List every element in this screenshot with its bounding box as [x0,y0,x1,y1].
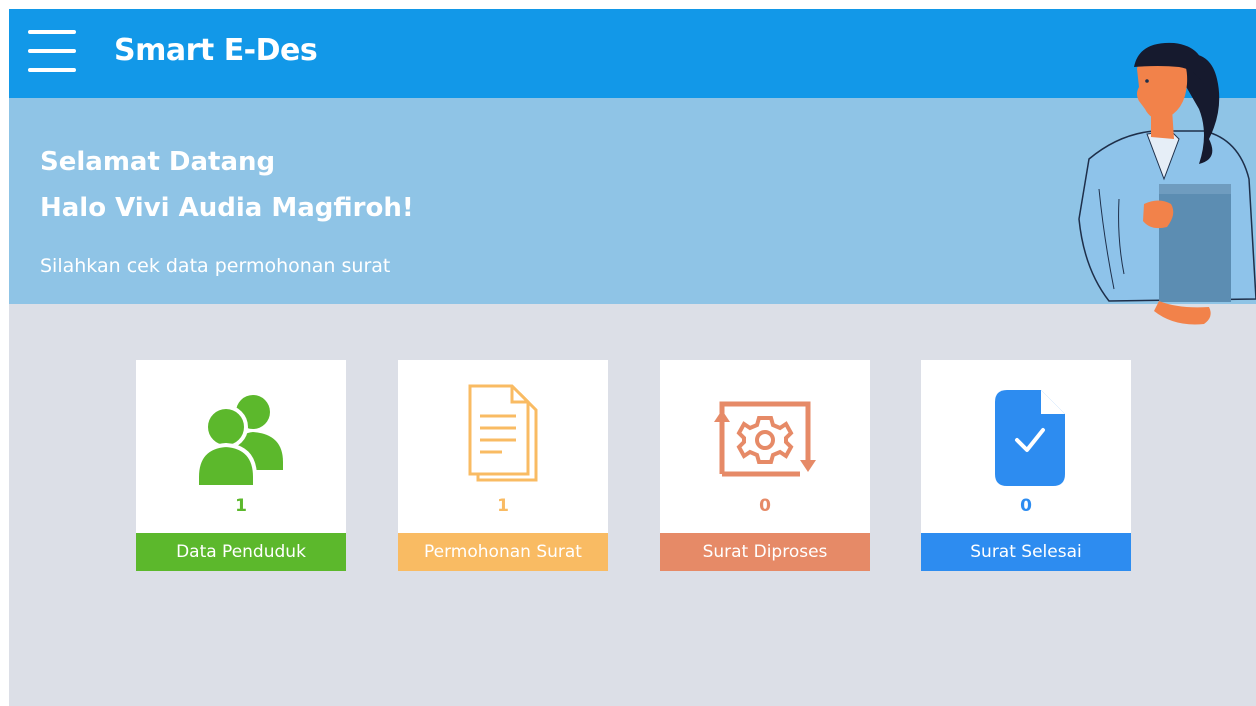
count-data-penduduk: 1 [235,496,247,516]
card-permohonan-surat[interactable]: 1 Permohonan Surat [398,360,608,571]
app-screen: Smart E-Des Selamat Datang Halo Vivi Aud… [9,9,1256,706]
banner-subtitle: Silahkan cek data permohonan surat [40,255,391,277]
count-surat-selesai: 0 [1020,496,1032,516]
label-permohonan-surat: Permohonan Surat [398,533,608,571]
card-surat-diproses[interactable]: 0 Surat Diproses [660,360,870,571]
woman-illustration [1078,42,1256,325]
count-permohonan-surat: 1 [497,496,509,516]
count-surat-diproses: 0 [759,496,771,516]
app-title: Smart E-Des [114,33,318,68]
label-data-penduduk: Data Penduduk [136,533,346,571]
label-surat-diproses: Surat Diproses [660,533,870,571]
gear-process-icon [714,401,816,477]
card-surat-selesai[interactable]: 0 Surat Selesai [921,360,1131,571]
card-data-penduduk[interactable]: 1 Data Penduduk [136,360,346,571]
document-check-icon [995,390,1065,486]
hamburger-menu-icon[interactable] [28,29,80,73]
user-greeting: Halo Vivi Audia Magfiroh! [40,193,414,223]
users-icon [195,395,283,487]
label-surat-selesai: Surat Selesai [921,533,1131,571]
welcome-heading: Selamat Datang [40,147,276,177]
document-icon [468,384,538,482]
